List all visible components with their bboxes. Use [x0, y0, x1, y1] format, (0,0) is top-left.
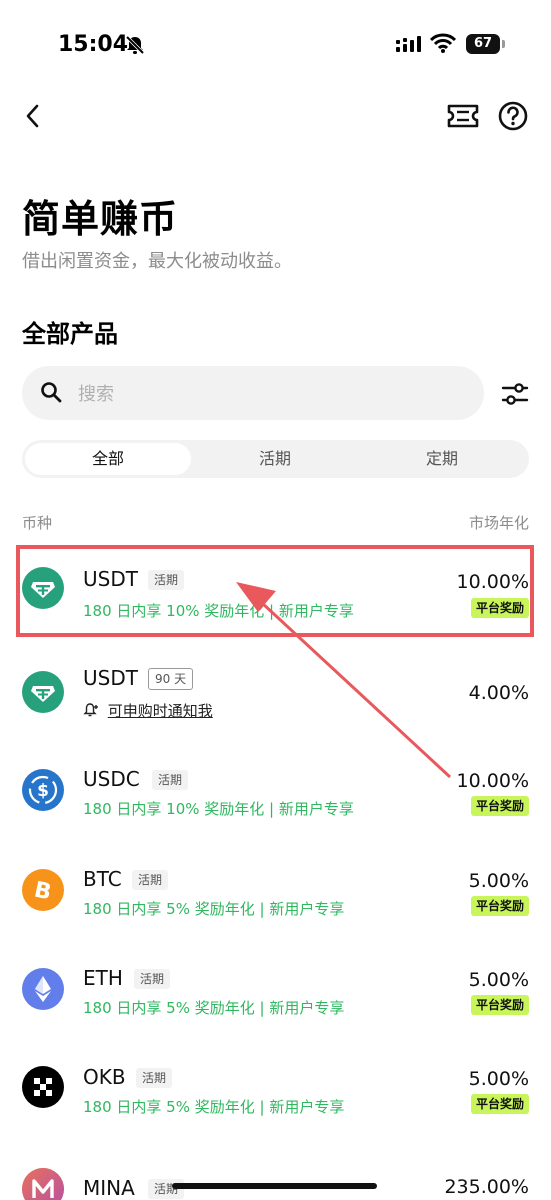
usdc-icon: $	[22, 769, 64, 811]
notify-link[interactable]: 可申购时通知我	[83, 700, 213, 721]
okb-icon	[22, 1066, 64, 1108]
product-type-tag: 活期	[134, 969, 171, 989]
apr-value: 5.00%	[468, 969, 529, 991]
coin-name: USDT	[83, 666, 138, 690]
product-type-tag: 活期	[132, 870, 169, 890]
tab-all[interactable]: 全部	[25, 443, 191, 475]
chevron-left-icon	[26, 104, 39, 128]
promo-text: 180 日内享 5% 奖励年化 | 新用户专享	[83, 1098, 345, 1116]
apr-value: 10.00%	[456, 770, 529, 792]
reward-badge: 平台奖励	[470, 1094, 529, 1114]
coin-name: BTC	[83, 867, 122, 891]
product-row-usdc[interactable]: $ USDC 活期 180 日内享 10% 奖励年化 | 新用户专享 10.00…	[0, 745, 551, 835]
page-subtitle: 借出闲置资金，最大化被动收益。	[22, 251, 292, 272]
svg-text:$: $	[37, 781, 49, 801]
search-box[interactable]	[22, 366, 484, 420]
notify-text: 可申购时通知我	[107, 702, 213, 720]
search-icon	[40, 381, 62, 407]
filter-sliders-icon	[501, 383, 529, 405]
reward-badge: 平台奖励	[470, 995, 529, 1015]
reward-badge: 平台奖励	[470, 896, 529, 916]
coin-name: OKB	[83, 1065, 126, 1089]
search-input[interactable]	[76, 378, 470, 410]
coin-name: MINA	[83, 1176, 135, 1200]
mina-icon	[22, 1168, 64, 1200]
reward-badge: 平台奖励	[470, 796, 529, 816]
apr-value: 4.00%	[468, 682, 529, 704]
apr-value: 5.00%	[468, 870, 529, 892]
bitcoin-icon: B	[22, 869, 64, 911]
apr-value: 235.00%	[444, 1176, 529, 1198]
tab-flexible[interactable]: 活期	[192, 443, 358, 475]
product-row-mina[interactable]: MINA 活期 235.00%	[0, 1144, 551, 1200]
promo-text: 180 日内享 10% 奖励年化 | 新用户专享	[83, 800, 354, 818]
coin-name: ETH	[83, 966, 123, 990]
back-button[interactable]	[22, 102, 48, 130]
help-button[interactable]	[497, 100, 529, 132]
product-type-tag: 活期	[152, 770, 189, 790]
filter-button[interactable]	[498, 378, 532, 410]
product-row-usdt-90d[interactable]: USDT 90 天 可申购时通知我 4.00%	[0, 645, 551, 735]
apr-value: 5.00%	[468, 1068, 529, 1090]
battery-tip	[502, 40, 505, 48]
status-time: 15:04	[58, 32, 129, 57]
question-icon	[498, 101, 528, 131]
battery-icon: 67	[466, 34, 500, 54]
filter-tabs: 全部 活期 定期	[22, 440, 529, 478]
svg-text:B: B	[32, 877, 54, 905]
promo-text: 180 日内享 5% 奖励年化 | 新用户专享	[83, 900, 345, 918]
ticket-icon	[447, 104, 479, 128]
product-type-tag: 活期	[148, 1179, 185, 1199]
status-bar: 15:04 67	[0, 0, 551, 90]
section-title: 全部产品	[22, 320, 118, 348]
product-row-okb[interactable]: OKB 活期 180 日内享 5% 奖励年化 | 新用户专享 5.00% 平台奖…	[0, 1044, 551, 1134]
tether-icon	[22, 671, 64, 713]
bell-off-icon	[124, 34, 146, 60]
product-row-btc[interactable]: B BTC 活期 180 日内享 5% 奖励年化 | 新用户专享 5.00% 平…	[0, 845, 551, 935]
home-indicator	[172, 1183, 377, 1189]
product-term-tag: 90 天	[148, 668, 194, 690]
column-header-coin: 币种	[22, 514, 53, 532]
annotation-highlight-box	[16, 545, 534, 637]
tab-fixed[interactable]: 定期	[359, 443, 525, 475]
ethereum-icon	[22, 968, 64, 1010]
coupon-button[interactable]	[446, 101, 480, 131]
product-row-eth[interactable]: ETH 活期 180 日内享 5% 奖励年化 | 新用户专享 5.00% 平台奖…	[0, 944, 551, 1034]
signal-icon	[396, 36, 422, 58]
bell-plus-icon	[83, 703, 98, 717]
column-header-apr: 市场年化	[468, 514, 529, 532]
coin-name: USDC	[83, 767, 140, 791]
page-title: 简单赚币	[22, 197, 179, 241]
product-type-tag: 活期	[136, 1068, 173, 1088]
wifi-icon	[429, 33, 457, 57]
promo-text: 180 日内享 5% 奖励年化 | 新用户专享	[83, 999, 345, 1017]
